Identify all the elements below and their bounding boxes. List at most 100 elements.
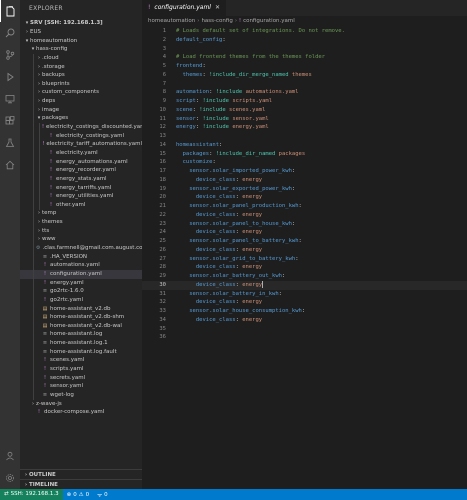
- gear-icon[interactable]: [0, 467, 20, 489]
- file-automations-yaml[interactable]: ! automations.yaml: [20, 261, 142, 270]
- code-token: sensor.solar_grid_to_battery_kwh: [189, 255, 296, 262]
- folder-image[interactable]: › image: [20, 106, 142, 115]
- code-line[interactable]: 28 device_class: energy: [142, 263, 467, 272]
- file-home-assistant-log[interactable]: ≡ home-assistant.log: [20, 330, 142, 339]
- code-line[interactable]: 29 sensor.solar_battery_out_kwh:: [142, 272, 467, 281]
- folder-custom-components[interactable]: › custom_components: [20, 88, 142, 97]
- code-line[interactable]: 15 packages: !include_dir_named packages: [142, 150, 467, 159]
- code-line[interactable]: 11 sensor: !include sensor.yaml: [142, 115, 467, 124]
- code-line[interactable]: 30 device_class: energy: [142, 280, 467, 290]
- code-line[interactable]: 2 default_config:: [142, 36, 467, 45]
- file-tree: › EUS ▾ homeautomation ▾ hass-config › .cloud ›.…: [20, 28, 142, 417]
- code-line[interactable]: 14 homeassistant:: [142, 141, 467, 150]
- breadcrumb-item[interactable]: homeautomation: [148, 18, 195, 24]
- file-configuration-yaml[interactable]: ! configuration.yaml: [20, 269, 142, 279]
- remote-indicator[interactable]: ⇄ SSH: 192.168.1.3: [0, 489, 63, 500]
- code-line[interactable]: 25 sensor.solar_panel_to_battery_kwh:: [142, 237, 467, 246]
- folder-blueprints[interactable]: › blueprints: [20, 80, 142, 89]
- code-line[interactable]: 5 frontend:: [142, 62, 467, 71]
- tree-item-label: deps: [42, 98, 56, 105]
- code-line[interactable]: 20 device_class: energy: [142, 193, 467, 202]
- code-line[interactable]: 35: [142, 325, 467, 334]
- account-icon[interactable]: [0, 445, 20, 467]
- code-line[interactable]: 7: [142, 80, 467, 89]
- file-home-assistant-log-1[interactable]: ≡ home-assistant.log.1: [20, 339, 142, 348]
- file-secrets-yaml[interactable]: ! secrets.yaml: [20, 374, 142, 383]
- extensions-icon[interactable]: [0, 110, 20, 132]
- breadcrumb-item[interactable]: hass-config: [201, 18, 232, 24]
- code-line[interactable]: 3: [142, 45, 467, 54]
- file-home-assistant-v2-db-wal[interactable]: ▤ home-assistant_v2.db-wal: [20, 322, 142, 331]
- code-line[interactable]: 33 sensor.solar_house_consumption_kwh:: [142, 307, 467, 316]
- run-debug-icon[interactable]: [0, 66, 20, 88]
- code-line[interactable]: 9 script: !include scripts.yaml: [142, 97, 467, 106]
- search-icon[interactable]: [0, 22, 20, 44]
- code-line[interactable]: 34 device_class: energy: [142, 316, 467, 325]
- close-icon[interactable]: ✕: [215, 0, 220, 16]
- file-scenes-yaml[interactable]: ! scenes.yaml: [20, 356, 142, 365]
- code-line[interactable]: 31 sensor.solar_battery_in_kwh:: [142, 290, 467, 299]
- file-go2rtc-yaml[interactable]: ! go2rtc.yaml: [20, 296, 142, 305]
- code-line[interactable]: 6 themes: !include_dir_merge_named theme…: [142, 71, 467, 80]
- file-home-assistant-v2-db[interactable]: ▤ home-assistant_v2.db: [20, 305, 142, 314]
- outline-section[interactable]: › OUTLINE: [20, 469, 142, 479]
- code-line[interactable]: 18 device_class: energy: [142, 176, 467, 185]
- file-clas-farmnell-gmail-com-august-conf[interactable]: ⚙ .clas.farmnell@gmail.com.august.conf: [20, 244, 142, 253]
- folder-z-wave-js[interactable]: › z-wave-js: [20, 400, 142, 409]
- code-token: :: [291, 220, 296, 227]
- folder-backups[interactable]: › backups: [20, 71, 142, 80]
- code-line[interactable]: 36: [142, 333, 467, 342]
- remote-explorer-icon[interactable]: [0, 88, 20, 110]
- folder-homeautomation[interactable]: ▾ homeautomation: [20, 37, 142, 46]
- folder-deps[interactable]: › deps: [20, 97, 142, 106]
- folder-cloud[interactable]: › .cloud: [20, 54, 142, 63]
- code-line[interactable]: 21 sensor.solar_panel_production_kwh:: [142, 202, 467, 211]
- code-line[interactable]: 10 scene: !include scenes.yaml: [142, 106, 467, 115]
- code-line[interactable]: 19 sensor.solar_exported_power_kwh:: [142, 185, 467, 194]
- file-energy-yaml[interactable]: ! energy.yaml: [20, 279, 142, 288]
- file-sensor-yaml[interactable]: ! sensor.yaml: [20, 382, 142, 391]
- folder-temp[interactable]: › temp: [20, 209, 142, 218]
- code-editor[interactable]: 1 # Loads default set of integrations. Do…: [142, 27, 467, 342]
- code-line[interactable]: 16 customize:: [142, 158, 467, 167]
- code-line[interactable]: 13: [142, 132, 467, 141]
- file-home-assistant-log-fault[interactable]: ≡ home-assistant.log.fault: [20, 348, 142, 357]
- source-control-icon[interactable]: [0, 44, 20, 66]
- problems-indicator[interactable]: ⊗ 0 ⚠ 0: [63, 492, 94, 498]
- timeline-section[interactable]: › TIMELINE: [20, 479, 142, 489]
- file-docker-compose-yaml[interactable]: ! docker-compose.yaml: [20, 408, 142, 417]
- code-line[interactable]: 12 energy: !include energy.yaml: [142, 123, 467, 132]
- file-go2rtc-1-6-0[interactable]: ≡ go2rtc-1.6.0: [20, 287, 142, 296]
- home-assistant-icon[interactable]: [0, 154, 20, 176]
- code-line[interactable]: 24 device_class: energy: [142, 228, 467, 237]
- explorer-icon[interactable]: [0, 0, 20, 22]
- folder-tts[interactable]: › tts: [20, 227, 142, 236]
- testing-icon[interactable]: [0, 132, 20, 154]
- code-line[interactable]: 27 sensor.solar_grid_to_battery_kwh:: [142, 255, 467, 264]
- code-line[interactable]: 22 device_class: energy: [142, 211, 467, 220]
- code-line[interactable]: 4 # Load frontend themes from the themes …: [142, 53, 467, 62]
- file-ha-version[interactable]: ≡ .HA_VERSION: [20, 253, 142, 262]
- breadcrumb-item[interactable]: configuration.yaml: [243, 18, 295, 24]
- code-line[interactable]: 26 device_class: energy: [142, 246, 467, 255]
- folder-storage[interactable]: › .storage: [20, 63, 142, 72]
- folder-eus[interactable]: › EUS: [20, 28, 142, 37]
- code-line[interactable]: 32 device_class: energy: [142, 298, 467, 307]
- code-line[interactable]: 8 automation: !include automations.yaml: [142, 88, 467, 97]
- folder-packages[interactable]: ▾ packages: [20, 114, 142, 123]
- folder-www[interactable]: › www: [20, 235, 142, 244]
- code-token: :: [291, 168, 296, 174]
- file-wget-log[interactable]: ≡ wget-log: [20, 391, 142, 400]
- file-scripts-yaml[interactable]: ! scripts.yaml: [20, 365, 142, 374]
- tab-configuration-yaml[interactable]: ! configuration.yaml ✕: [142, 0, 226, 16]
- code-line[interactable]: 23 sensor.solar_panel_to_house_kwh:: [142, 220, 467, 229]
- file-home-assistant-v2-db-shm[interactable]: ▤ home-assistant_v2.db-shm: [20, 313, 142, 322]
- code-line[interactable]: 1 # Loads default set of integrations. Do…: [142, 27, 467, 36]
- tree-item-label: configuration.yaml: [50, 270, 102, 277]
- folder-themes[interactable]: › themes: [20, 218, 142, 227]
- folder-hass-config[interactable]: ▾ hass-config: [20, 45, 142, 54]
- code-line[interactable]: 17 sensor.solar_imported_power_kwh:: [142, 167, 467, 176]
- ports-indicator[interactable]: ᯤ0: [93, 491, 112, 499]
- workspace-header[interactable]: ▾ SRV [SSH: 192.168.1.3]: [20, 18, 142, 28]
